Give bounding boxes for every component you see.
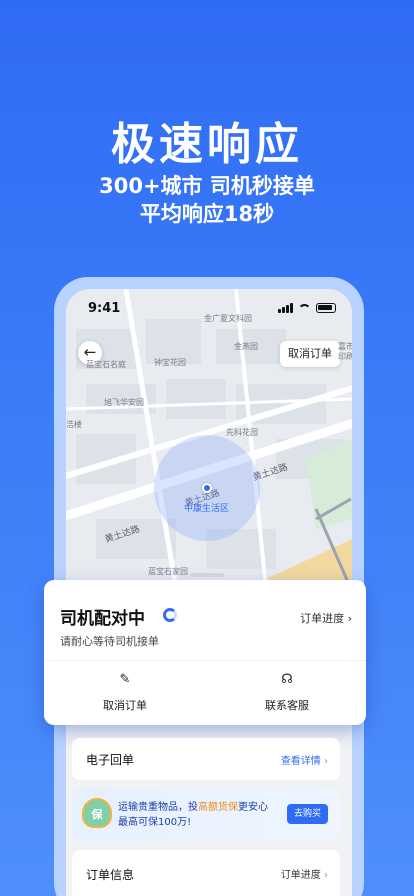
map-poi: 蓝宝石名庭 (86, 360, 126, 369)
map-view[interactable]: 9:41 ← 取消订单 金广夏文科园 金燕园 蓝宝石名庭 钟宝花园 旭飞华安园 … (66, 289, 352, 589)
insurance-banner[interactable]: 保 运输贵重物品，投高额货保更安心 最高可保100万! 去购买 (72, 788, 340, 840)
view-details-link[interactable]: 查看详情 › (281, 752, 328, 767)
hero-subtitle-line1: 300+城市 司机秒接单 (99, 174, 315, 198)
loading-spinner-icon (163, 608, 177, 622)
cancel-order-button[interactable]: ✎ 取消订单 (70, 672, 180, 713)
hero-subtitle-line2: 平均响应18秒 (139, 202, 275, 226)
cancel-order-icon: ✎ (119, 672, 131, 687)
map-poi: 浩楼 (66, 420, 82, 429)
divider (44, 660, 366, 661)
order-info-title: 订单信息 (86, 868, 135, 882)
current-location-label: 中康生活区 (184, 504, 230, 514)
chevron-right-icon: › (324, 756, 328, 767)
cancel-order-label: 取消订单 (103, 699, 147, 712)
e-receipt-card[interactable]: 电子回单 查看详情 › (72, 738, 340, 780)
map-poi: 旭飞华安园 (104, 398, 144, 407)
status-time: 9:41 (88, 301, 121, 316)
insurance-text-prefix: 运输贵重物品，投 (118, 802, 198, 813)
insurance-text-suffix: 更安心 (238, 802, 268, 813)
signal-icon (278, 303, 293, 313)
map-poi: 金燕园 (234, 342, 258, 351)
map-poi: 钟宝花园 (154, 358, 186, 367)
hero-title: 极速响应 (111, 119, 303, 170)
map-poi: 蓝宝石家园 (148, 567, 188, 576)
e-receipt-title: 电子回单 (86, 753, 135, 767)
map-poi: 先科花园 (226, 428, 258, 437)
chevron-right-icon: › (324, 870, 328, 881)
battery-icon (316, 303, 336, 313)
insurance-shield-icon: 保 (82, 798, 112, 828)
insurance-text-highlight: 高额货保 (198, 802, 238, 813)
order-progress-link[interactable]: 订单进度 › (300, 610, 352, 626)
contact-support-label: 联系客服 (265, 699, 309, 712)
wifi-icon (298, 303, 311, 313)
insurance-text: 运输贵重物品，投高额货保更安心 最高可保100万! (118, 800, 288, 830)
status-icons (278, 303, 336, 313)
cancel-order-top-button[interactable]: 取消订单 (280, 341, 340, 367)
matching-title: 司机配对中 (60, 609, 145, 629)
order-progress-label: 订单进度 (300, 612, 345, 625)
drag-handle[interactable] (190, 573, 224, 577)
map-poi: 金广夏文科园 (204, 314, 252, 323)
location-pin-icon (202, 483, 212, 493)
headset-icon: ☊ (281, 672, 293, 687)
matching-subtitle: 请耐心等待司机接单 (60, 635, 159, 648)
order-info-card[interactable]: 订单信息 订单进度 › (72, 850, 340, 896)
map-poi: 印刷 (338, 352, 352, 361)
contact-support-button[interactable]: ☊ 联系客服 (232, 672, 342, 713)
order-progress-link-bottom[interactable]: 订单进度 › (281, 866, 328, 881)
insurance-text-line2: 最高可保100万! (118, 817, 192, 828)
order-progress-label-bottom: 订单进度 (280, 870, 321, 881)
driver-matching-card: 司机配对中 请耐心等待司机接单 订单进度 › ✎ 取消订单 ☊ 联系客服 (44, 573, 366, 725)
chevron-right-icon: › (347, 612, 352, 625)
buy-insurance-button[interactable]: 去购买 (286, 804, 328, 824)
view-details-label: 查看详情 (280, 756, 321, 767)
